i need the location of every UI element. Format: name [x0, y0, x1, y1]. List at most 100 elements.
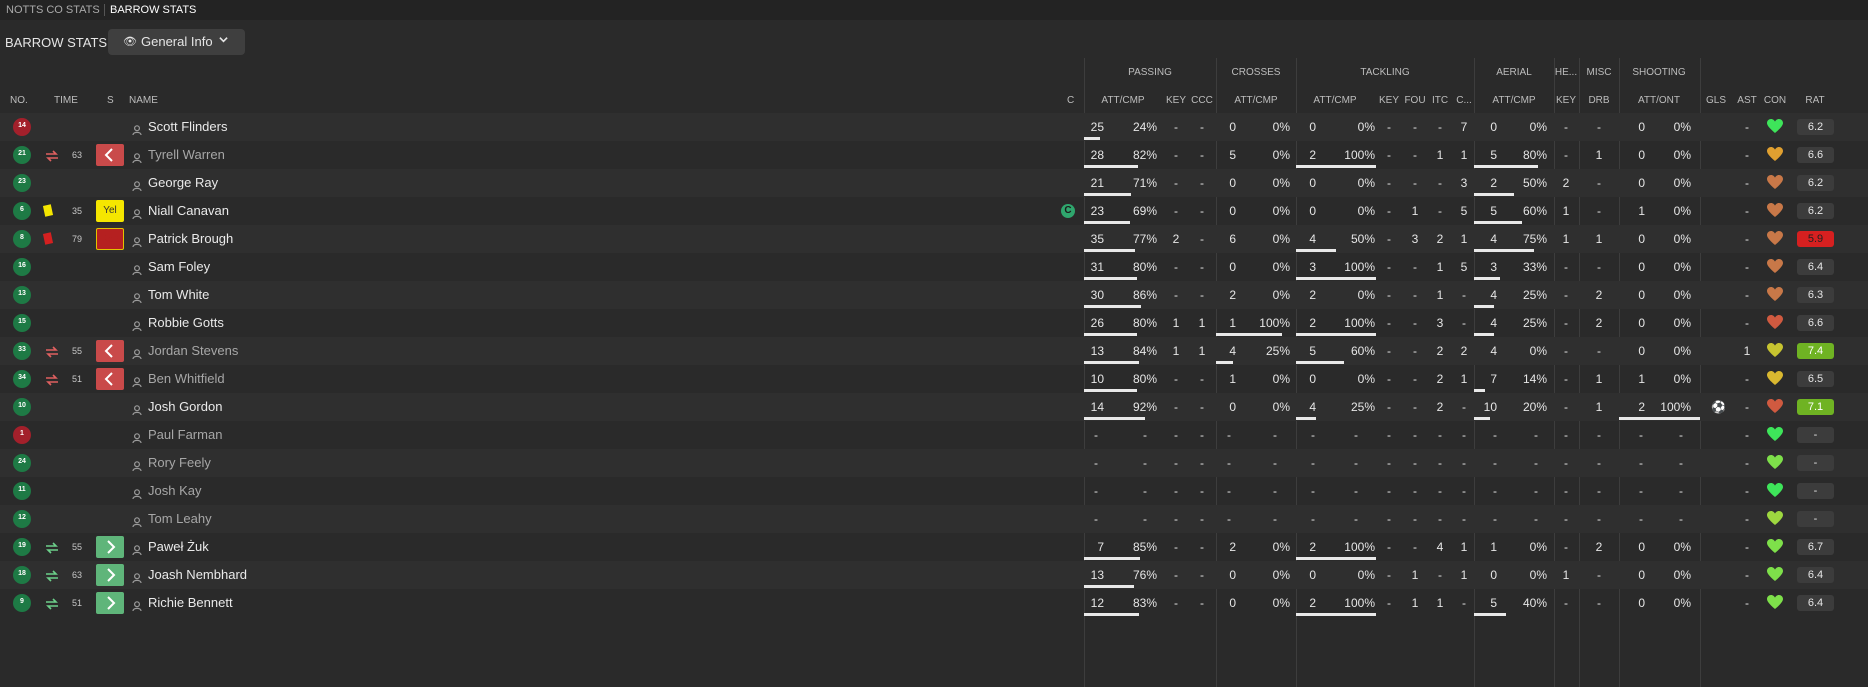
col-gls[interactable]: GLS [1706, 95, 1726, 106]
condition-heart-icon [1767, 343, 1783, 358]
shooting-ont-pct: 0% [1673, 232, 1691, 246]
tackling-cmp-pct: 0% [1357, 204, 1375, 218]
table-row[interactable]: 15 Robbie Gotts 26 80% 1 1 1 100% 2 100% - -3-4 25% -… [0, 309, 1868, 337]
player-name[interactable]: George Ray [148, 175, 218, 190]
sub-on-button[interactable] [96, 592, 124, 614]
player-name[interactable]: Robbie Gotts [148, 315, 224, 330]
aerial-bar [1474, 193, 1514, 196]
player-name[interactable]: Tom Leahy [148, 511, 212, 526]
player-name[interactable]: Rory Feely [148, 455, 211, 470]
player-name[interactable]: Tyrell Warren [148, 147, 225, 162]
col-rat[interactable]: RAT [1805, 95, 1824, 106]
crosses-att: 0 [1229, 596, 1236, 610]
passing-bar [1084, 333, 1137, 336]
shooting-ont-pct: 0% [1673, 120, 1691, 134]
aerial-cmp-pct: 75% [1522, 232, 1547, 246]
table-row[interactable]: 12 Tom Leahy - - - - - - - - - - - - - - - - - - - - [0, 505, 1868, 533]
crosses-cmp-pct: 100% [1259, 316, 1290, 330]
passing-cmp-pct: 69% [1132, 204, 1157, 218]
col-crosses-att-cmp[interactable]: ATT/CMP [1234, 95, 1277, 106]
player-name[interactable]: Paul Farman [148, 427, 222, 442]
col-passing-key[interactable]: KEY [1166, 95, 1186, 106]
passing-ccc: - [1200, 204, 1204, 218]
table-row[interactable]: 24 Rory Feely - - - - - - - - - - - - - - - - - - - - [0, 449, 1868, 477]
table-row[interactable]: 19 55 Paweł Żuk 7 85% - -2 0% 2 100% - -4 1 1 0% -2 0 0% -… [0, 533, 1868, 561]
col-s[interactable]: S [107, 95, 114, 106]
player-name[interactable]: Sam Foley [148, 259, 210, 274]
card-badge[interactable]: Yel [96, 200, 124, 222]
shooting-att: 2 [1638, 400, 1645, 414]
table-row[interactable]: 34 51 Ben Whitfield 10 80% - -1 0% 0 0% - -2 1 7 14% -1… [0, 365, 1868, 393]
sub-off-button[interactable] [96, 368, 124, 390]
headers-key: - [1564, 596, 1568, 610]
tackling-fou: - [1413, 400, 1417, 414]
passing-bar [1084, 417, 1145, 420]
sub-off-button[interactable] [96, 144, 124, 166]
person-icon [132, 458, 142, 472]
passing-key: - [1174, 372, 1178, 386]
table-row[interactable]: 6 Yel 35 Niall Canavan C 23 69% - -0 0% 0 0% -1-5 5 60… [0, 197, 1868, 225]
view-dropdown[interactable]: 👁 General Info [108, 29, 245, 55]
col-tackling-fou[interactable]: FOU [1404, 95, 1425, 106]
table-row[interactable]: 13 Tom White 30 86% - -2 0% 2 0% - -1-4 25% -2 0 0% -6.… [0, 281, 1868, 309]
col-passing-ccc[interactable]: CCC [1191, 95, 1213, 106]
table-row[interactable]: 1 Paul Farman - - - - - - - - - - - - - - - - - - - - [0, 421, 1868, 449]
col-shooting-att-ont[interactable]: ATT/ONT [1638, 95, 1680, 106]
empty-stat: - [1438, 456, 1442, 470]
table-row[interactable]: 21 63 Tyrell Warren 28 82% - -5 0% 2 100% - -1 1 5 80%… [0, 141, 1868, 169]
player-name[interactable]: Tom White [148, 287, 209, 302]
tab-barrow-stats[interactable]: BARROW STATS [110, 0, 196, 20]
player-name[interactable]: Josh Gordon [148, 399, 222, 414]
table-row[interactable]: 23 George Ray 21 71% - -0 0% 0 0% - - -3 2 50% 2-0 0% -6… [0, 169, 1868, 197]
col-tackling-att-cmp[interactable]: ATT/CMP [1313, 95, 1356, 106]
player-name[interactable]: Richie Bennett [148, 595, 233, 610]
col-time[interactable]: TIME [54, 95, 78, 106]
sub-off-button[interactable] [96, 340, 124, 362]
player-name[interactable]: Patrick Brough [148, 231, 233, 246]
crosses-cmp-pct: 0% [1272, 120, 1290, 134]
table-row[interactable]: 18 63 Joash Nembhard 13 76% - -0 0% 0 0% -1-1 0 0% 1-… [0, 561, 1868, 589]
tab-notts-co-stats[interactable]: NOTTS CO STATS [6, 0, 100, 20]
col-con[interactable]: CON [1764, 95, 1786, 106]
player-name[interactable]: Ben Whitfield [148, 371, 225, 386]
crosses-cmp-pct: 0% [1272, 148, 1290, 162]
col-tackling-key[interactable]: KEY [1379, 95, 1399, 106]
empty-stat: - [1462, 456, 1466, 470]
table-row[interactable]: 16 Sam Foley 31 80% - -0 0% 3 100% - -1 5 3 33% - -0 0% -… [0, 253, 1868, 281]
col-name[interactable]: NAME [129, 95, 158, 106]
col-aerial-att-cmp[interactable]: ATT/CMP [1492, 95, 1535, 106]
player-name[interactable]: Scott Flinders [148, 119, 227, 134]
table-row[interactable]: 8 Red 79 Patrick Brough 35 77% 2-6 0% 4 50% -3 2 1 4 7… [0, 225, 1868, 253]
col-tackling-c[interactable]: C... [1456, 95, 1472, 106]
col-no[interactable]: NO. [10, 95, 28, 106]
sub-on-button[interactable] [96, 564, 124, 586]
tackling-key: - [1387, 372, 1391, 386]
player-name[interactable]: Paweł Żuk [148, 539, 209, 554]
passing-key: - [1174, 204, 1178, 218]
col-misc-drb[interactable]: DRB [1588, 95, 1609, 106]
table-row[interactable]: 14 Scott Flinders 25 24% - -0 0% 0 0% - - -7 0 0% - -0 0… [0, 113, 1868, 141]
table-row[interactable]: 33 55 Jordan Stevens 13 84% 1 1 4 25% 5 60% - -2 2 4 0%… [0, 337, 1868, 365]
rating-badge: 6.4 [1797, 567, 1834, 583]
passing-ccc: - [1200, 540, 1204, 554]
card-badge[interactable]: Red [96, 228, 124, 250]
col-passing-att-cmp[interactable]: ATT/CMP [1101, 95, 1144, 106]
table-row[interactable]: 9 51 Richie Bennett 12 83% - -0 0% 2 100% -1 1-5 40%… [0, 589, 1868, 617]
misc-drb: 1 [1595, 232, 1603, 246]
table-row[interactable]: 10 Josh Gordon 14 92% - -0 0% 4 25% - -2-10 20% -1 2 1… [0, 393, 1868, 421]
col-headers-key[interactable]: KEY [1556, 95, 1576, 106]
sub-on-button[interactable] [96, 536, 124, 558]
tackling-cmp-pct: 0% [1357, 176, 1375, 190]
table-row[interactable]: 11 Josh Kay - - - - - - - - - - - - - - - - - - - - [0, 477, 1868, 505]
player-name[interactable]: Joash Nembhard [148, 567, 247, 582]
player-name[interactable]: Josh Kay [148, 483, 201, 498]
player-name[interactable]: Jordan Stevens [148, 343, 238, 358]
col-tackling-itc[interactable]: ITC [1432, 95, 1448, 106]
player-name[interactable]: Niall Canavan [148, 203, 229, 218]
col-captain[interactable]: C [1067, 95, 1074, 106]
empty-stat: - [1462, 512, 1466, 526]
col-ast[interactable]: AST [1737, 95, 1756, 106]
crosses-att: 0 [1229, 568, 1236, 582]
empty-stat: - [1413, 512, 1417, 526]
tackling-key: - [1387, 568, 1391, 582]
